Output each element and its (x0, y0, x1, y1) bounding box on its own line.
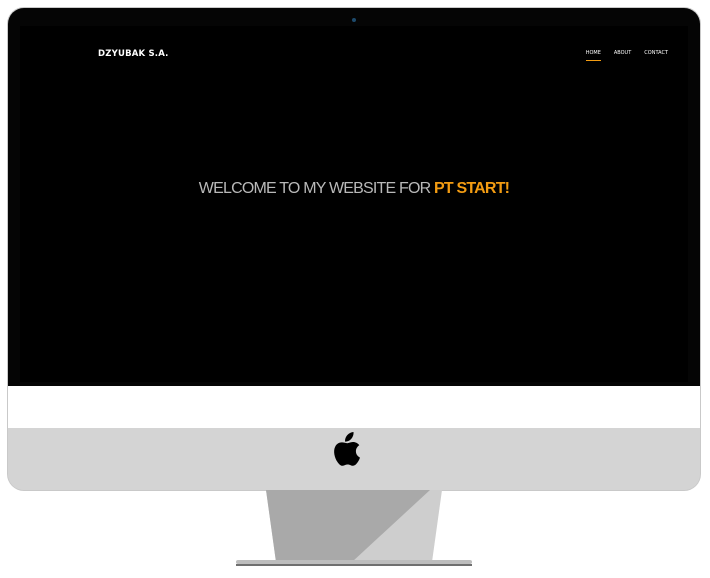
camera-dot-icon (352, 18, 356, 22)
hero-heading: WELCOME TO MY WEBSITE FOR PT START! (20, 180, 688, 198)
mockup-stage: DZYUBAK S.A. HOME ABOUT CONTACT WELCOME … (0, 0, 710, 578)
hero-accent-text: PT START! (434, 180, 510, 197)
website-screen: DZYUBAK S.A. HOME ABOUT CONTACT WELCOME … (20, 26, 688, 382)
hero-text: WELCOME TO MY WEBSITE FOR (198, 180, 435, 197)
nav-item-home[interactable]: HOME (585, 50, 601, 61)
monitor-stand (236, 490, 472, 566)
monitor-bezel: DZYUBAK S.A. HOME ABOUT CONTACT WELCOME … (8, 8, 700, 386)
monitor-chin-white (8, 386, 700, 428)
imac-monitor: DZYUBAK S.A. HOME ABOUT CONTACT WELCOME … (8, 8, 700, 490)
apple-logo-icon (334, 432, 360, 466)
nav-item-contact[interactable]: CONTACT (644, 50, 668, 61)
site-brand[interactable]: DZYUBAK S.A. (98, 49, 169, 59)
site-nav: HOME ABOUT CONTACT (585, 50, 668, 61)
nav-item-about[interactable]: ABOUT (614, 50, 631, 61)
